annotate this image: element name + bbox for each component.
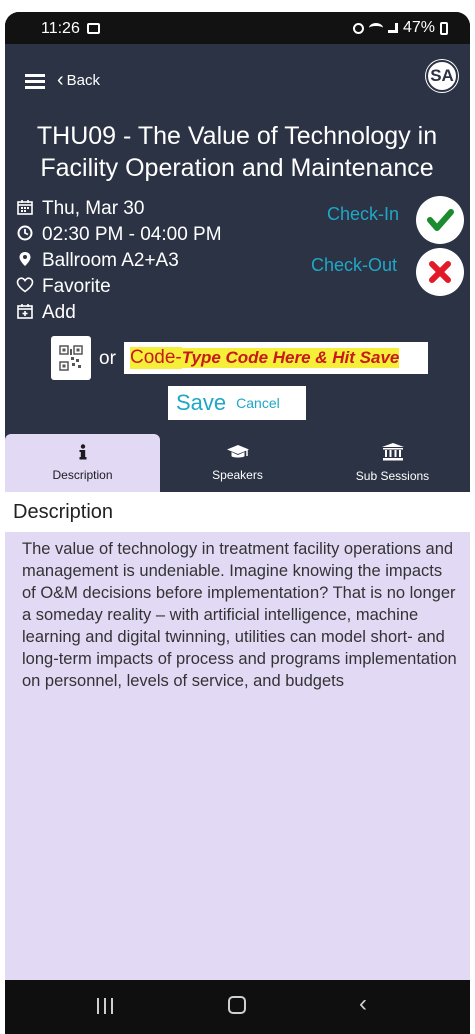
- bank-icon: [381, 443, 404, 461]
- session-location: Ballroom A2+A3: [42, 250, 179, 271]
- phone-screen: 11:26 47% ‹ Back SA THU09 - The Value of…: [5, 12, 470, 1034]
- check-out-button[interactable]: [416, 248, 464, 296]
- add-label: Add: [42, 302, 76, 323]
- tab-speakers-label: Speakers: [212, 468, 263, 482]
- session-location-row: Ballroom A2+A3: [16, 248, 222, 274]
- code-input[interactable]: Code- Type Code Here & Hit Save: [124, 342, 428, 374]
- system-back-icon[interactable]: ‹: [359, 990, 367, 1018]
- description-heading: Description: [5, 492, 470, 532]
- list-menu-icon[interactable]: [25, 74, 45, 90]
- calendar-icon: [16, 199, 34, 220]
- favorite-button[interactable]: Favorite: [16, 274, 222, 300]
- tab-sub-sessions-label: Sub Sessions: [355, 469, 430, 483]
- signal-icon: [387, 23, 398, 33]
- clock-icon: [16, 225, 34, 246]
- calendar-plus-icon: [16, 303, 34, 324]
- wifi-icon: [368, 23, 383, 33]
- save-button[interactable]: Save: [168, 390, 236, 416]
- or-label: or: [99, 348, 116, 369]
- gallery-icon: [87, 23, 100, 34]
- code-placeholder: Type Code Here & Hit Save: [181, 348, 400, 368]
- save-cancel-group: Save Cancel: [168, 386, 306, 420]
- back-label: Back: [66, 71, 101, 89]
- session-time: 02:30 PM - 04:00 PM: [42, 224, 222, 245]
- check-in-button[interactable]: [416, 196, 464, 244]
- qr-scan-button[interactable]: [51, 336, 91, 380]
- battery-percent: 47%: [402, 19, 435, 36]
- tab-description-label: Description: [52, 468, 113, 482]
- status-time: 11:26: [41, 20, 80, 37]
- tab-sub-sessions[interactable]: Sub Sessions: [315, 434, 470, 492]
- home-icon[interactable]: [228, 996, 246, 1014]
- session-tabs: Description Speakers Sub Sessions: [5, 434, 470, 492]
- tab-speakers[interactable]: Speakers: [160, 434, 315, 492]
- check-out-label[interactable]: Check-Out: [311, 255, 397, 276]
- chevron-left-icon: ‹: [57, 69, 64, 91]
- qr-code-icon: [59, 345, 83, 371]
- session-date: Thu, Mar 30: [42, 198, 145, 219]
- recents-icon[interactable]: [97, 998, 113, 1014]
- add-to-calendar-button[interactable]: Add: [16, 300, 222, 326]
- session-title: THU09 - The Value of Technology in Facil…: [36, 122, 438, 182]
- cancel-button[interactable]: Cancel: [236, 395, 280, 411]
- avatar[interactable]: SA: [426, 60, 458, 92]
- session-date-row: Thu, Mar 30: [16, 196, 222, 222]
- check-in-label[interactable]: Check-In: [327, 204, 399, 225]
- status-bar: 11:26 47%: [5, 12, 470, 44]
- description-text: The value of technology in treatment fac…: [22, 540, 457, 690]
- alarm-icon: [352, 22, 364, 34]
- session-detail-screen: ‹ Back SA THU09 - The Value of Technolog…: [5, 44, 470, 980]
- back-button[interactable]: ‹ Back: [57, 70, 100, 90]
- description-panel: Description The value of technology in t…: [5, 492, 470, 980]
- info-icon: [79, 444, 86, 460]
- system-nav-bar: ‹: [5, 980, 470, 1034]
- x-mark-icon: [429, 261, 451, 283]
- favorite-label: Favorite: [42, 276, 111, 297]
- map-pin-icon: [16, 251, 34, 272]
- session-info: Thu, Mar 30 02:30 PM - 04:00 PM Ballroom…: [16, 196, 222, 326]
- battery-icon: [440, 21, 448, 35]
- tab-description[interactable]: Description: [5, 434, 160, 492]
- status-icons: 47%: [352, 19, 448, 37]
- graduation-cap-icon: [226, 445, 249, 458]
- checkmark-icon: [427, 209, 454, 231]
- code-label: Code-: [130, 347, 182, 369]
- session-time-row: 02:30 PM - 04:00 PM: [16, 222, 222, 248]
- heart-icon: [16, 276, 34, 298]
